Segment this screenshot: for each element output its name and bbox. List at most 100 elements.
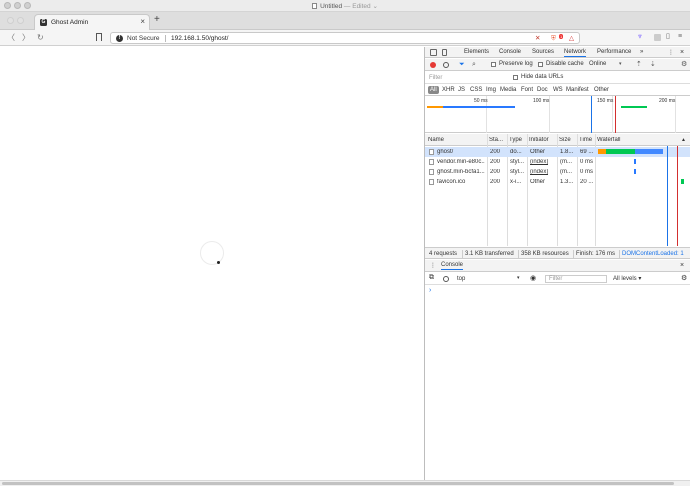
type-js[interactable]: JS <box>458 86 465 94</box>
timeline-overview[interactable]: 50 ms 100 ms 150 ms 200 ms <box>425 96 690 133</box>
status-divider <box>573 250 574 258</box>
request-name[interactable]: vendor.min-e80c... <box>437 159 485 165</box>
more-tabs-button[interactable]: » <box>640 49 643 55</box>
stylesheet-icon <box>429 158 434 165</box>
console-clear-icon[interactable] <box>443 276 449 282</box>
scrollbar-thumb[interactable] <box>2 482 674 485</box>
back-button[interactable]: 〈 <box>7 33 15 42</box>
sort-arrow-icon[interactable]: ▲ <box>681 137 686 143</box>
resource-type-filter: All XHR JS CSS Img Media Font Doc WS Man… <box>425 84 690 96</box>
tab-elements[interactable]: Elements <box>464 49 489 55</box>
inspect-element-icon[interactable] <box>430 49 437 56</box>
table-row[interactable]: ghost/ 200 do... Other 1.8... 69 ... <box>425 147 690 157</box>
tab-network[interactable]: Network <box>564 49 587 57</box>
request-name[interactable]: ghost/ <box>437 149 485 155</box>
url-text[interactable]: 192.168.1.50/ghost/ <box>171 35 228 42</box>
type-other[interactable]: Other <box>594 86 609 94</box>
throttle-caret-icon[interactable]: ▾ <box>619 61 622 67</box>
table-row[interactable]: vendor.min-e80c... 200 styl... (index) (… <box>425 157 690 167</box>
forward-button[interactable]: 〉 <box>22 33 30 42</box>
tab-sources[interactable]: Sources <box>532 49 554 55</box>
type-css[interactable]: CSS <box>470 86 482 94</box>
type-all[interactable]: All <box>428 86 439 94</box>
execution-context-select[interactable]: top <box>457 275 523 283</box>
extension-icon[interactable] <box>654 34 661 41</box>
search-icon[interactable]: ⌕ <box>472 61 476 69</box>
type-xhr[interactable]: XHR <box>442 86 455 94</box>
context-caret-icon[interactable]: ▾ <box>517 275 520 281</box>
column-waterfall[interactable]: Waterfall <box>597 137 637 143</box>
column-initiator[interactable]: Initiator <box>529 137 555 143</box>
tab-performance[interactable]: Performance <box>597 49 631 55</box>
filter-icon[interactable]: ⏷ <box>459 61 465 69</box>
window-titlebar: Untitled — Edited ⌄ <box>0 0 690 12</box>
new-tab-button[interactable]: + <box>154 15 160 25</box>
record-icon[interactable] <box>430 62 436 68</box>
type-font[interactable]: Font <box>521 86 533 94</box>
table-row[interactable]: favicon.ico 200 x-i... Other 1.3... 20 .… <box>425 177 690 187</box>
type-manifest[interactable]: Manifest <box>566 86 589 94</box>
drawer-tab-console[interactable]: Console <box>441 262 464 270</box>
waterfall-segment <box>634 159 636 164</box>
column-name[interactable]: Name <box>428 137 486 143</box>
throttle-select[interactable]: Online <box>589 61 606 67</box>
tab-close-icon[interactable]: × <box>140 18 145 26</box>
chevron-down-icon[interactable]: ⌄ <box>372 3 377 10</box>
reload-button[interactable]: ↻ <box>37 33 44 42</box>
horizontal-scrollbar[interactable] <box>0 480 690 486</box>
live-expression-eye-icon[interactable]: ◉ <box>530 274 536 282</box>
column-size[interactable]: Size <box>559 137 575 143</box>
request-time: 0 ms <box>580 159 594 165</box>
brave-rewards-icon[interactable]: △ <box>569 35 574 42</box>
tab-strip-dot-icon <box>17 17 24 24</box>
filter-input[interactable]: Filter <box>428 74 508 82</box>
console-filter-input[interactable]: Filter <box>545 275 607 283</box>
devtools-tabbar: Elements Console Sources Network Perform… <box>425 47 690 58</box>
page-content <box>0 47 424 480</box>
column-time[interactable]: Time <box>579 137 595 143</box>
clear-icon[interactable] <box>443 62 449 68</box>
device-toolbar-icon[interactable] <box>442 49 447 56</box>
address-bar[interactable]: ! Not Secure 192.168.1.50/ghost/ ✕ ⛨ 1 △ <box>110 32 580 44</box>
waterfall-download-segment <box>606 149 635 154</box>
brave-shields-icon[interactable]: ⛨ <box>551 35 556 42</box>
tab-ghost-admin[interactable]: G Ghost Admin × <box>34 14 150 30</box>
brave-shields-badge: 1 <box>559 34 564 39</box>
settings-gear-icon[interactable]: ⚙ <box>681 60 687 69</box>
warning-icon[interactable]: ! <box>116 35 123 42</box>
sidebar-icon[interactable]: ▯ <box>666 33 670 41</box>
request-initiator-link[interactable]: (index) <box>530 159 548 165</box>
bookmark-icon[interactable] <box>96 33 102 41</box>
devtools-menu-icon[interactable]: ⋮ <box>668 49 674 56</box>
navigation-bar: 〈 〉 ↻ ! Not Secure 192.168.1.50/ghost/ ✕… <box>0 30 690 46</box>
request-name[interactable]: ghost.min-bcfa1... <box>437 169 485 175</box>
import-har-icon[interactable]: ⇡ <box>636 60 642 69</box>
request-initiator-link[interactable]: (index) <box>530 169 548 175</box>
hide-data-urls-checkbox[interactable] <box>513 75 518 80</box>
tab-console[interactable]: Console <box>499 49 521 55</box>
column-type[interactable]: Type <box>509 137 527 143</box>
table-row[interactable]: ghost.min-bcfa1... 200 styl... (index) (… <box>425 167 690 177</box>
type-doc[interactable]: Doc <box>537 86 548 94</box>
disable-cache-checkbox[interactable] <box>538 62 543 67</box>
preserve-log-checkbox[interactable] <box>491 62 496 67</box>
security-label[interactable]: Not Secure <box>127 35 160 42</box>
request-name[interactable]: favicon.ico <box>437 179 485 185</box>
type-ws[interactable]: WS <box>553 86 563 94</box>
menu-icon[interactable]: ≡ <box>678 33 682 41</box>
export-har-icon[interactable]: ⇣ <box>650 60 656 69</box>
devtools-close-icon[interactable]: × <box>680 49 684 56</box>
console-sidebar-icon[interactable]: ⧉ <box>429 274 434 282</box>
request-type: x-i... <box>510 179 522 185</box>
drawer-close-icon[interactable]: × <box>680 262 684 269</box>
console-settings-gear-icon[interactable]: ⚙ <box>681 274 687 282</box>
type-img[interactable]: Img <box>486 86 496 94</box>
type-media[interactable]: Media <box>500 86 516 94</box>
drawer-menu-icon[interactable]: ⋮ <box>430 262 436 269</box>
console-prompt[interactable]: › <box>429 287 431 294</box>
column-status[interactable]: Sta... <box>489 137 505 143</box>
log-levels-select[interactable]: All levels ▾ <box>613 275 641 282</box>
request-time: 0 ms <box>580 169 594 175</box>
downloads-icon[interactable]: ⩔ <box>638 33 642 41</box>
translate-icon[interactable]: ✕ <box>535 35 540 42</box>
